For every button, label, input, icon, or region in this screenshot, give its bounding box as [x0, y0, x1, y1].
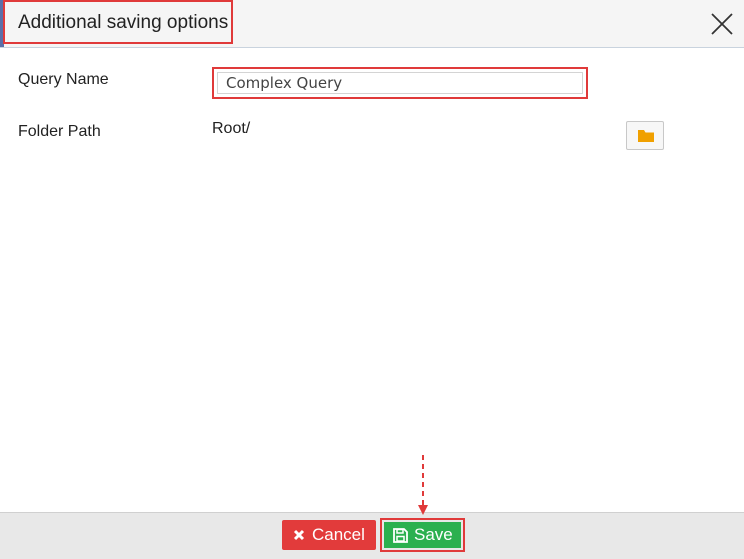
save-options-dialog: Additional saving options Query Name Fol… — [0, 0, 744, 559]
query-name-input[interactable] — [217, 72, 583, 94]
floppy-disk-icon — [393, 528, 408, 543]
x-icon — [293, 529, 305, 541]
query-name-label: Query Name — [18, 71, 109, 88]
dialog-title: Additional saving options — [18, 12, 229, 33]
pointer-arrow-annotation — [418, 455, 428, 515]
browse-folder-button[interactable] — [626, 121, 664, 150]
close-icon[interactable] — [708, 10, 736, 38]
folder-path-label: Folder Path — [18, 123, 101, 140]
folder-icon — [638, 130, 654, 142]
dialog-header: Additional saving options — [0, 0, 744, 48]
query-name-highlight-box — [212, 67, 588, 99]
cancel-button[interactable]: Cancel — [282, 520, 376, 550]
save-button-label: Save — [414, 525, 453, 544]
folder-path-value: Root/ — [212, 120, 251, 137]
save-highlight-box: Save — [380, 518, 465, 552]
cancel-button-label: Cancel — [312, 525, 365, 544]
save-button[interactable]: Save — [384, 522, 461, 548]
